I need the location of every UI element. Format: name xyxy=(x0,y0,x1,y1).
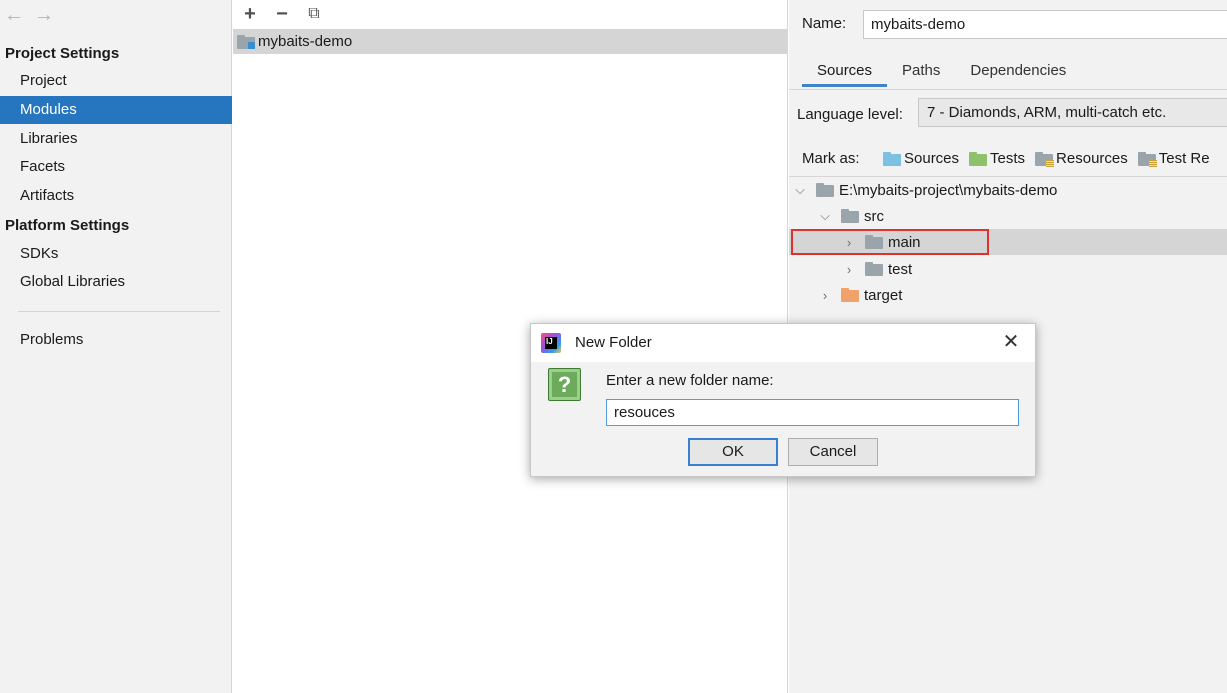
tree-row-root[interactable]: ⌵ E:\mybaits-project\mybaits-demo xyxy=(789,177,1227,203)
mark-as-label: Mark as: xyxy=(802,150,860,167)
sidebar-item-global-libraries[interactable]: Global Libraries xyxy=(0,268,232,296)
language-level-label: Language level: xyxy=(797,106,903,123)
mark-test-resources-label: Test Re xyxy=(1158,150,1210,167)
tree-root-label: E:\mybaits-project\mybaits-demo xyxy=(839,181,1058,199)
dialog-title: New Folder xyxy=(575,334,652,351)
add-module-icon[interactable]: + xyxy=(241,4,259,24)
dialog-prompt: Enter a new folder name: xyxy=(606,372,774,389)
module-row[interactable]: mybaits-demo xyxy=(233,29,788,54)
module-tabs: Sources Paths Dependencies xyxy=(802,57,1081,87)
project-settings-heading: Project Settings xyxy=(5,45,120,62)
module-folder-icon xyxy=(237,34,255,49)
folder-icon xyxy=(865,262,883,276)
question-icon: ? xyxy=(548,368,581,401)
tree-row-target[interactable]: › target xyxy=(789,282,1227,308)
tab-sources[interactable]: Sources xyxy=(802,57,888,87)
module-name: mybaits-demo xyxy=(258,33,353,50)
mark-test-resources-button[interactable]: Test Re xyxy=(1137,150,1210,167)
sidebar-item-modules[interactable]: Modules xyxy=(0,96,232,124)
sources-folder-icon xyxy=(883,151,901,166)
intellij-logo-icon: IJ xyxy=(541,333,561,353)
cancel-button[interactable]: Cancel xyxy=(788,438,878,466)
platform-settings-heading: Platform Settings xyxy=(5,217,130,234)
chevron-right-icon[interactable]: › xyxy=(841,261,857,277)
tree-target-label: target xyxy=(864,286,903,304)
tests-folder-icon xyxy=(969,151,988,166)
sidebar-item-sdks[interactable]: SDKs xyxy=(0,240,232,268)
mark-sources-button[interactable]: Sources xyxy=(883,150,959,167)
resources-folder-icon xyxy=(1035,151,1055,167)
sidebar-item-libraries[interactable]: Libraries xyxy=(0,125,232,153)
language-level-select[interactable]: 7 - Diamonds, ARM, multi-catch etc. xyxy=(918,98,1227,127)
tree-test-label: test xyxy=(888,260,913,278)
copy-module-icon[interactable]: ⧉ xyxy=(305,4,323,24)
sidebar-item-facets[interactable]: Facets xyxy=(0,153,232,181)
chevron-right-icon[interactable]: › xyxy=(817,287,833,303)
tab-dependencies[interactable]: Dependencies xyxy=(955,57,1081,87)
settings-sidebar: ← → Project Settings Project Modules Lib… xyxy=(0,0,232,693)
excluded-folder-icon xyxy=(841,288,859,302)
sidebar-item-project[interactable]: Project xyxy=(0,67,232,95)
mark-as-options: Sources Tests Resources Test Re xyxy=(883,150,1210,167)
chevron-down-icon[interactable]: ⌵ xyxy=(817,208,833,224)
ok-button[interactable]: OK xyxy=(688,438,778,466)
tree-row-src[interactable]: ⌵ src xyxy=(789,203,1227,229)
new-folder-dialog: IJ New Folder ✕ ? Enter a new folder nam… xyxy=(530,323,1036,477)
tab-paths[interactable]: Paths xyxy=(887,57,955,87)
tree-src-label: src xyxy=(864,207,884,225)
sidebar-item-artifacts[interactable]: Artifacts xyxy=(0,182,232,210)
sidebar-divider xyxy=(18,311,220,312)
chevron-down-icon[interactable]: ⌵ xyxy=(792,182,808,198)
folder-name-input[interactable]: resouces xyxy=(606,399,1019,426)
test-resources-folder-icon xyxy=(1137,151,1157,167)
nav-arrows: ← → xyxy=(4,2,54,28)
folder-icon xyxy=(816,183,834,197)
mark-resources-button[interactable]: Resources xyxy=(1035,150,1128,167)
main-highlight-box xyxy=(791,229,989,255)
tabs-divider xyxy=(789,89,1227,90)
back-arrow-icon[interactable]: ← xyxy=(4,2,24,28)
name-label: Name: xyxy=(802,15,847,32)
mark-resources-label: Resources xyxy=(1056,150,1128,167)
dialog-title-bar: IJ New Folder ✕ xyxy=(531,324,1035,362)
close-icon[interactable]: ✕ xyxy=(999,330,1023,354)
tree-row-test[interactable]: › test xyxy=(789,256,1227,282)
module-name-field[interactable]: mybaits-demo xyxy=(863,10,1227,39)
forward-arrow-icon[interactable]: → xyxy=(34,2,54,28)
mark-sources-label: Sources xyxy=(904,150,960,167)
mark-tests-button[interactable]: Tests xyxy=(969,150,1025,167)
modules-toolbar: + − ⧉ xyxy=(233,0,788,27)
sidebar-item-problems[interactable]: Problems xyxy=(0,326,232,354)
remove-module-icon[interactable]: − xyxy=(273,4,291,24)
mark-tests-label: Tests xyxy=(990,150,1026,167)
folder-icon xyxy=(841,209,859,223)
